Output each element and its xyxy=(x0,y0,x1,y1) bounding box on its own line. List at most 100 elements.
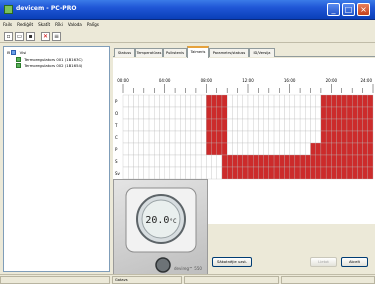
schedule-cell[interactable] xyxy=(190,106,197,120)
schedule-cell[interactable] xyxy=(289,94,296,108)
schedule-cell[interactable] xyxy=(325,106,332,120)
schedule-cell[interactable] xyxy=(352,130,358,144)
schedule-cell[interactable] xyxy=(258,94,264,108)
schedule-cell[interactable] xyxy=(367,142,374,156)
schedule-cell[interactable] xyxy=(122,166,129,180)
schedule-cell[interactable] xyxy=(148,142,155,156)
schedule-cell[interactable] xyxy=(143,130,150,144)
schedule-cell[interactable] xyxy=(237,94,243,108)
schedule-cell[interactable] xyxy=(294,130,301,144)
schedule-cell[interactable] xyxy=(336,106,342,120)
schedule-cell[interactable] xyxy=(336,142,342,156)
schedule-cell[interactable] xyxy=(195,118,202,132)
schedule-cell[interactable] xyxy=(159,118,165,132)
schedule-cell[interactable] xyxy=(206,94,212,108)
schedule-cell[interactable] xyxy=(133,130,139,144)
schedule-cell[interactable] xyxy=(185,118,191,132)
schedule-cell[interactable] xyxy=(174,118,181,132)
schedule-cell[interactable] xyxy=(227,118,233,132)
schedule-cell[interactable] xyxy=(128,154,134,168)
schedule-cell[interactable] xyxy=(273,142,280,156)
schedule-cell[interactable] xyxy=(357,94,363,108)
schedule-cell[interactable] xyxy=(211,130,217,144)
schedule-cell[interactable] xyxy=(164,142,171,156)
schedule-cell[interactable] xyxy=(247,106,254,120)
schedule-cell[interactable] xyxy=(232,154,238,168)
schedule-cell[interactable] xyxy=(362,142,368,156)
schedule-cell[interactable] xyxy=(154,106,160,120)
schedule-cell[interactable] xyxy=(325,94,332,108)
schedule-cell[interactable] xyxy=(174,94,181,108)
schedule-cell[interactable] xyxy=(242,94,249,108)
schedule-cell[interactable] xyxy=(138,106,144,120)
schedule-cell[interactable] xyxy=(122,154,129,168)
schedule-cell[interactable] xyxy=(133,106,139,120)
schedule-cell[interactable] xyxy=(346,94,353,108)
schedule-cell[interactable] xyxy=(216,106,223,120)
schedule-cell[interactable] xyxy=(206,154,212,168)
schedule-cell[interactable] xyxy=(143,154,150,168)
schedule-cell[interactable] xyxy=(200,94,207,108)
schedule-cell[interactable] xyxy=(247,154,254,168)
close-button[interactable]: × xyxy=(357,3,370,16)
menu-help[interactable]: Palīgs xyxy=(84,20,101,27)
schedule-cell[interactable] xyxy=(341,94,348,108)
schedule-cell[interactable] xyxy=(357,106,363,120)
schedule-cell[interactable] xyxy=(305,94,311,108)
schedule-cell[interactable] xyxy=(206,142,212,156)
schedule-cell[interactable] xyxy=(325,154,332,168)
schedule-cell[interactable] xyxy=(216,118,223,132)
properties-icon[interactable]: ≡ xyxy=(52,32,61,41)
tree-root[interactable]: ⊟ Visi xyxy=(7,50,26,55)
menu-language[interactable]: Valoda xyxy=(65,20,84,27)
schedule-cell[interactable] xyxy=(279,94,285,108)
schedule-cell[interactable] xyxy=(185,166,191,180)
schedule-cell[interactable] xyxy=(320,166,327,180)
schedule-cell[interactable] xyxy=(174,106,181,120)
schedule-cell[interactable] xyxy=(237,106,243,120)
schedule-cell[interactable] xyxy=(315,106,322,120)
schedule-cell[interactable] xyxy=(164,106,171,120)
schedule-cell[interactable] xyxy=(164,130,171,144)
schedule-cell[interactable] xyxy=(206,130,212,144)
delete-icon[interactable]: ✕ xyxy=(41,32,50,41)
schedule-cell[interactable] xyxy=(154,154,160,168)
schedule-cell[interactable] xyxy=(346,142,353,156)
schedule-cell[interactable] xyxy=(352,154,358,168)
schedule-cell[interactable] xyxy=(216,166,223,180)
schedule-cell[interactable] xyxy=(221,130,228,144)
schedule-cell[interactable] xyxy=(232,130,238,144)
schedule-cell[interactable] xyxy=(247,130,254,144)
schedule-cell[interactable] xyxy=(159,106,165,120)
schedule-cell[interactable] xyxy=(159,142,165,156)
schedule-cell[interactable] xyxy=(242,154,249,168)
schedule-cell[interactable] xyxy=(357,130,363,144)
schedule-cell[interactable] xyxy=(367,130,374,144)
schedule-cell[interactable] xyxy=(195,94,202,108)
schedule-cell[interactable] xyxy=(279,130,285,144)
schedule-cell[interactable] xyxy=(315,94,322,108)
menu-tools[interactable]: Rīki xyxy=(52,20,65,27)
schedule-cell[interactable] xyxy=(195,166,202,180)
schedule-cell[interactable] xyxy=(336,166,342,180)
schedule-cell[interactable] xyxy=(367,106,374,120)
schedule-cell[interactable] xyxy=(232,106,238,120)
schedule-cell[interactable] xyxy=(138,142,144,156)
schedule-cell[interactable] xyxy=(352,166,358,180)
schedule-cell[interactable] xyxy=(341,154,348,168)
tab-parameters[interactable]: Parametrs/statuss xyxy=(209,48,249,57)
new-file-icon[interactable]: ▫ xyxy=(4,32,13,41)
schedule-cell[interactable] xyxy=(122,118,129,132)
schedule-cell[interactable] xyxy=(206,166,212,180)
schedule-cell[interactable] xyxy=(242,142,249,156)
schedule-cell[interactable] xyxy=(180,106,186,120)
schedule-cell[interactable] xyxy=(190,166,197,180)
schedule-cell[interactable] xyxy=(138,166,144,180)
schedule-cell[interactable] xyxy=(325,118,332,132)
schedule-cell[interactable] xyxy=(268,106,275,120)
schedule-cell[interactable] xyxy=(138,130,144,144)
schedule-cell[interactable] xyxy=(133,118,139,132)
schedule-cell[interactable] xyxy=(331,94,337,108)
schedule-cell[interactable] xyxy=(315,154,322,168)
schedule-cell[interactable] xyxy=(263,154,269,168)
